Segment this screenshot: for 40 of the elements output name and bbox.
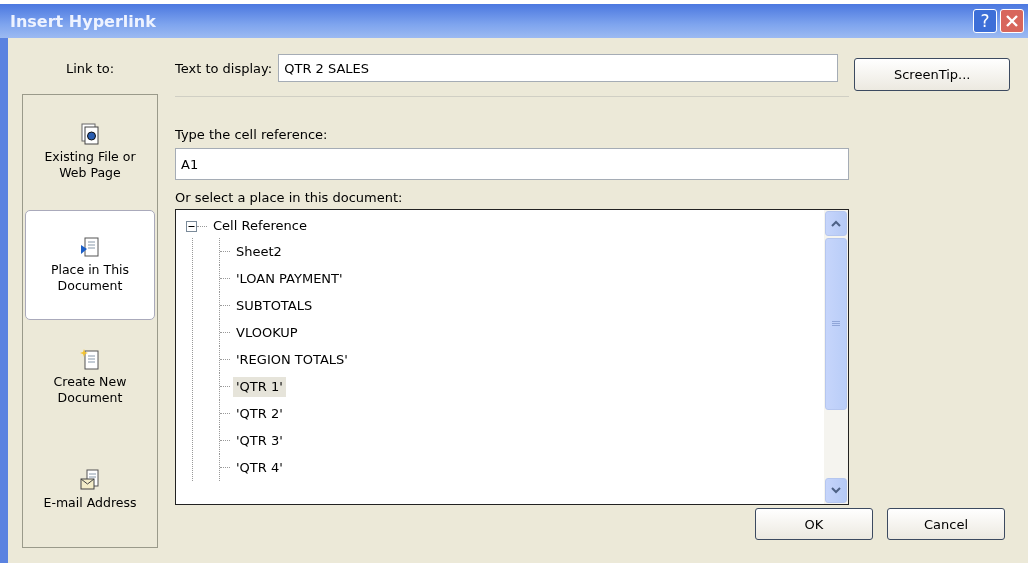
- vertical-scrollbar[interactable]: [824, 210, 848, 504]
- link-to-label: Link to:: [64, 60, 116, 78]
- link-type-button[interactable]: Place in This Document: [25, 209, 155, 320]
- scroll-down-button[interactable]: [825, 478, 847, 503]
- tree-view[interactable]: Cell Reference Sheet2 'LOAN PAYMENT' SUBTOTALS VLOOKUP 'REGION TOTALS' 'QTR 1' 'QTR 2' 'QTR 3' 'QTR 4': [175, 209, 849, 505]
- cell-reference-label: Type the cell reference:: [175, 127, 329, 142]
- place-label: Or select a place in this document:: [175, 190, 404, 205]
- ok-button[interactable]: OK: [755, 508, 873, 540]
- text-to-display-label: Text to display:: [175, 60, 273, 76]
- tree-node[interactable]: 'QTR 3': [233, 430, 286, 451]
- tree-node[interactable]: Sheet2: [233, 241, 285, 262]
- tree-node[interactable]: 'LOAN PAYMENT': [233, 268, 346, 289]
- close-button[interactable]: [1000, 9, 1024, 33]
- cell-reference-field[interactable]: A1: [175, 148, 849, 180]
- new-document-icon: [79, 348, 101, 371]
- close-icon: [1005, 14, 1019, 28]
- caret-up-icon: [831, 220, 841, 227]
- text-to-display-field[interactable]: QTR 2 SALES: [278, 54, 839, 82]
- cancel-button[interactable]: Cancel: [887, 508, 1005, 540]
- grip-icon: [832, 321, 840, 327]
- link-type-button[interactable]: Existing File or Web Page: [25, 97, 155, 208]
- collapse-icon[interactable]: [186, 220, 197, 232]
- screentip-button[interactable]: ScreenTip...: [854, 57, 1011, 91]
- tree-node[interactable]: SUBTOTALS: [233, 295, 316, 316]
- window-title: Insert Hyperlink: [9, 11, 156, 31]
- link-type-button[interactable]: E-mail Address: [25, 434, 155, 545]
- caret-down-icon: [831, 487, 841, 494]
- document-globe-icon: [79, 123, 101, 146]
- envelope-document-icon: [79, 468, 101, 491]
- tree-node[interactable]: VLOOKUP: [233, 322, 301, 343]
- help-button[interactable]: ?: [973, 9, 997, 33]
- scroll-thumb[interactable]: [825, 238, 847, 410]
- link-type-button[interactable]: Create New Document: [25, 322, 155, 433]
- tree-node[interactable]: 'QTR 4': [233, 457, 286, 478]
- tree-node[interactable]: 'QTR 2': [233, 403, 286, 424]
- tree-node[interactable]: 'REGION TOTALS': [233, 349, 351, 370]
- scroll-up-button[interactable]: [825, 211, 847, 236]
- tree-node[interactable]: 'QTR 1': [233, 376, 286, 397]
- tree-node[interactable]: Cell Reference: [210, 216, 310, 236]
- document-arrow-icon: [79, 235, 101, 258]
